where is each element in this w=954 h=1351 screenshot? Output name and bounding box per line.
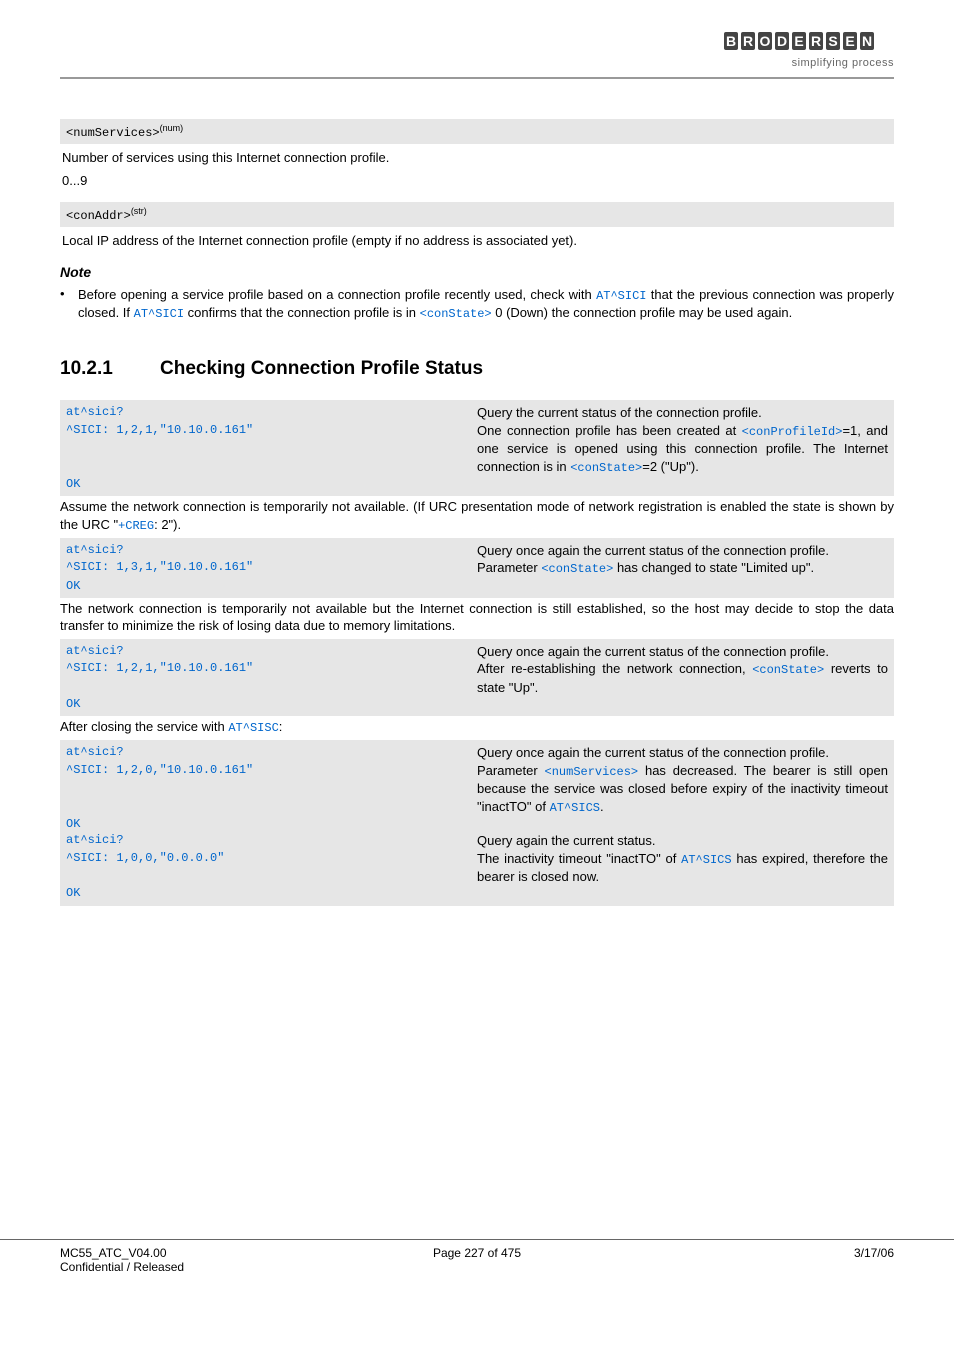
cmd-ok: OK — [66, 816, 477, 832]
header-divider — [60, 77, 894, 79]
txt: Assume the network connection is tempora… — [60, 499, 894, 532]
constate-ref[interactable]: <conState> — [420, 307, 492, 321]
cmd-line: at^sici? — [66, 643, 477, 661]
cmd-desc: Query once again the current status of t… — [477, 643, 888, 661]
cmd-line: at^sici? — [66, 404, 477, 422]
cmd-desc: The inactivity timeout "inactTO" of AT^S… — [477, 850, 888, 886]
section-title: Checking Connection Profile Status — [160, 358, 483, 379]
param-numservices-header: <numServices>(num) — [60, 119, 894, 144]
param-type: (str) — [131, 206, 147, 216]
cmd-desc: Parameter <numServices> has decreased. T… — [477, 762, 888, 816]
footer-doc-id: MC55_ATC_V04.00 — [60, 1246, 338, 1260]
cmd-desc: Parameter <conState> has changed to stat… — [477, 559, 888, 577]
txt: . — [600, 799, 604, 814]
param-numservices-range: 0...9 — [60, 171, 894, 190]
cmd-ok: OK — [66, 476, 477, 492]
txt: After re-establishing the network connec… — [477, 661, 752, 676]
txt: has changed to state "Limited up". — [613, 560, 814, 575]
param-conaddr-header: <conAddr>(str) — [60, 202, 894, 227]
at-sisc-ref[interactable]: AT^SISC — [228, 721, 278, 735]
cmd-line: at^sici? — [66, 744, 477, 762]
section-heading: 10.2.1Checking Connection Profile Status — [60, 358, 894, 380]
note-text: Before opening a service profile based o… — [78, 286, 894, 322]
at-sics-ref[interactable]: AT^SICS — [550, 801, 600, 815]
page-footer: MC55_ATC_V04.00 Confidential / Released … — [0, 1239, 954, 1280]
txt: One connection profile has been created … — [477, 423, 742, 438]
cmd-line: ^SICI: 1,2,1,"10.10.0.161" — [66, 422, 477, 476]
cmd-ok: OK — [66, 885, 477, 901]
txt: The inactivity timeout "inactTO" of — [477, 851, 681, 866]
svg-text:E: E — [845, 33, 854, 49]
cmd-desc: One connection profile has been created … — [477, 422, 888, 476]
txt: After closing the service with — [60, 719, 228, 734]
txt: Parameter — [477, 560, 541, 575]
at-sici-ref[interactable]: AT^SICI — [134, 307, 184, 321]
cmd-line: at^sici? — [66, 832, 477, 850]
constate-ref[interactable]: <conState> — [570, 461, 642, 475]
cmd-line: at^sici? — [66, 542, 477, 560]
txt: confirms that the connection profile is … — [184, 305, 420, 320]
cmd-line: ^SICI: 1,0,0,"0.0.0.0" — [66, 850, 477, 886]
footer-page-number: Page 227 of 475 — [338, 1246, 616, 1274]
body-text-3: After closing the service with AT^SISC: — [60, 718, 894, 736]
logo-tagline: simplifying process — [724, 57, 894, 69]
cmd-ok: OK — [66, 578, 477, 594]
svg-text:E: E — [794, 33, 803, 49]
cmd-desc: Query once again the current status of t… — [477, 744, 888, 762]
param-type: (num) — [160, 123, 184, 133]
conprofileid-ref[interactable]: <conProfileId> — [742, 425, 843, 439]
cmd-desc: Query the current status of the connecti… — [477, 404, 888, 422]
section-number: 10.2.1 — [60, 358, 160, 380]
footer-classification: Confidential / Released — [60, 1260, 338, 1274]
note-bullet: • Before opening a service profile based… — [60, 286, 894, 322]
svg-text:R: R — [743, 33, 753, 49]
body-text-1: Assume the network connection is tempora… — [60, 498, 894, 534]
numservices-ref[interactable]: <numServices> — [545, 765, 639, 779]
txt: : 2"). — [154, 517, 181, 532]
footer-left: MC55_ATC_V04.00 Confidential / Released — [60, 1246, 338, 1274]
svg-text:O: O — [760, 33, 771, 49]
svg-text:R: R — [811, 33, 821, 49]
cmd-desc: Query again the current status. — [477, 832, 888, 850]
page-header: BRO DER SEN simplifying process — [60, 30, 894, 69]
footer-date: 3/17/06 — [616, 1246, 894, 1274]
param-name: <conAddr> — [66, 209, 131, 223]
brand-logo: BRO DER SEN simplifying process — [724, 30, 894, 69]
cmd-desc: Query once again the current status of t… — [477, 542, 888, 560]
svg-text:N: N — [862, 33, 872, 49]
constate-ref[interactable]: <conState> — [752, 663, 824, 677]
constate-ref[interactable]: <conState> — [541, 562, 613, 576]
txt: 0 (Down) the connection profile may be u… — [492, 305, 793, 320]
cmd-ok: OK — [66, 696, 477, 712]
svg-text:S: S — [828, 33, 837, 49]
txt: Before opening a service profile based o… — [78, 287, 596, 302]
txt: : — [279, 719, 283, 734]
at-sics-ref[interactable]: AT^SICS — [681, 853, 731, 867]
note-title: Note — [60, 264, 894, 280]
cmd-line: ^SICI: 1,2,1,"10.10.0.161" — [66, 660, 477, 696]
brodersen-logo-icon: BRO DER SEN — [724, 30, 894, 52]
at-sici-ref[interactable]: AT^SICI — [596, 289, 646, 303]
example-block-4: at^sici? Query once again the current st… — [60, 740, 894, 905]
txt: =2 ("Up"). — [642, 459, 699, 474]
example-block-3: at^sici? Query once again the current st… — [60, 639, 894, 716]
txt: Parameter — [477, 763, 545, 778]
svg-text:B: B — [726, 33, 736, 49]
param-conaddr-desc: Local IP address of the Internet connect… — [60, 231, 894, 250]
creg-ref[interactable]: +CREG — [118, 519, 154, 533]
cmd-desc: After re-establishing the network connec… — [477, 660, 888, 696]
cmd-line: ^SICI: 1,2,0,"10.10.0.161" — [66, 762, 477, 816]
cmd-line: ^SICI: 1,3,1,"10.10.0.161" — [66, 559, 477, 577]
bullet-dot-icon: • — [60, 286, 78, 322]
svg-text:D: D — [777, 33, 787, 49]
param-numservices-desc: Number of services using this Internet c… — [60, 148, 894, 167]
param-name: <numServices> — [66, 126, 160, 140]
example-block-1: at^sici? Query the current status of the… — [60, 400, 894, 496]
example-block-2: at^sici? Query once again the current st… — [60, 538, 894, 598]
body-text-2: The network connection is temporarily no… — [60, 600, 894, 635]
